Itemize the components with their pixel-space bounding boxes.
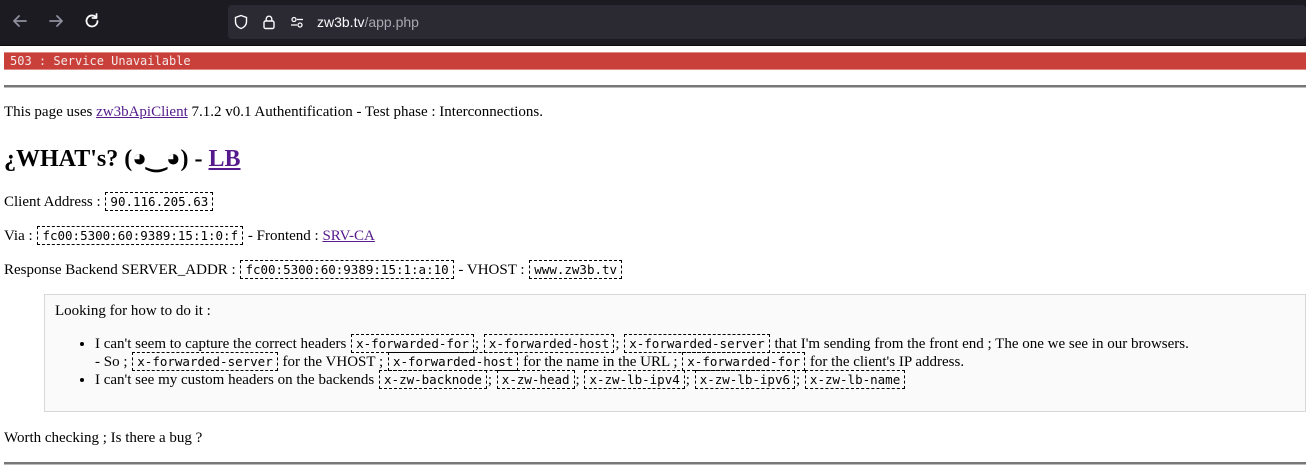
notes-box: Looking for how to do it : I can't seem …: [44, 294, 1306, 412]
vhost-label: - VHOST :: [458, 262, 525, 278]
backend-line: Response Backend SERVER_ADDR : fc00:5300…: [4, 260, 623, 279]
permissions-icon[interactable]: [288, 13, 306, 31]
lb-link[interactable]: LB: [209, 146, 241, 172]
backend-value: fc00:5300:60:9389:15:1:a:10: [240, 260, 454, 279]
error-banner: 503 : Service Unavailable: [4, 52, 1306, 70]
separator: ;: [575, 372, 580, 388]
item1-line2-prefix: - So ;: [95, 354, 128, 370]
footer-text: Worth checking ; Is there a bug ?: [4, 430, 203, 446]
header-code: x-forwarded-server: [624, 334, 770, 353]
url-bar[interactable]: zw3b.tv/app.php: [228, 5, 1306, 39]
separator: ;: [615, 336, 620, 352]
header-code: x-zw-backnode: [379, 370, 487, 389]
notes-heading: Looking for how to do it :: [55, 303, 211, 319]
page-title: ¿WHAT's? (◕‿◕) - LB: [4, 143, 241, 175]
intro-prefix: This page uses: [4, 104, 93, 120]
header-code: x-forwarded-for: [351, 334, 474, 353]
header-code: x-forwarded-for: [682, 352, 806, 371]
header-code: x-forwarded-host: [483, 334, 615, 353]
item1-text: for the name in the URL ;: [523, 354, 678, 370]
frontend-label: - Frontend :: [247, 228, 319, 244]
separator: ;: [685, 372, 690, 388]
list-item: I can't seem to capture the correct head…: [95, 334, 1189, 371]
item2-prefix: I can't see my custom headers on the bac…: [95, 372, 375, 388]
client-address-value: 90.116.205.63: [105, 192, 214, 211]
api-client-link[interactable]: zw3bApiClient: [96, 104, 188, 120]
header-code: x-zw-lb-name: [804, 370, 906, 389]
header-code: x-forwarded-host: [387, 352, 519, 371]
item1-prefix: I can't seem to capture the correct head…: [95, 336, 347, 352]
header-code: x-zw-lb-ipv4: [584, 370, 685, 389]
browser-toolbar: zw3b.tv/app.php: [0, 0, 1306, 46]
list-item: I can't see my custom headers on the bac…: [95, 370, 1189, 389]
item1-text: for the VHOST ;: [282, 354, 384, 370]
url-host: zw3b.tv: [317, 14, 365, 30]
url-text[interactable]: zw3b.tv/app.php: [317, 13, 419, 31]
intro-line: This page uses zw3bApiClient 7.1.2 v0.1 …: [4, 103, 543, 121]
via-label: Via :: [4, 228, 33, 244]
backend-label: Response Backend SERVER_ADDR :: [4, 262, 236, 278]
header-code: x-zw-head: [496, 370, 575, 389]
separator: ;: [474, 336, 480, 352]
via-value: fc00:5300:60:9389:15:1:0:f: [37, 226, 244, 245]
client-address-label: Client Address :: [4, 194, 101, 210]
page-title-text: ¿WHAT's? (◕‿◕) -: [4, 146, 203, 172]
via-line: Via : fc00:5300:60:9389:15:1:0:f - Front…: [4, 226, 375, 245]
header-code: x-forwarded-server: [132, 352, 278, 371]
vhost-value: www.zw3b.tv: [529, 260, 623, 279]
separator: ;: [796, 372, 801, 388]
notes-list: I can't seem to capture the correct head…: [55, 334, 1189, 389]
item1-text: for the client's IP address.: [809, 354, 965, 370]
separator: ;: [487, 372, 493, 388]
divider-top: [4, 85, 1306, 88]
lock-icon[interactable]: [260, 13, 278, 31]
forward-icon[interactable]: [45, 10, 67, 32]
url-path: /app.php: [364, 14, 419, 30]
shield-icon[interactable]: [232, 13, 250, 31]
divider-bottom: [4, 462, 1306, 465]
frontend-link[interactable]: SRV-CA: [322, 228, 374, 244]
header-code: x-zw-lb-ipv6: [694, 370, 795, 389]
client-address-line: Client Address : 90.116.205.63: [4, 192, 214, 211]
intro-suffix: 7.1.2 v0.1 Authentification - Test phase…: [191, 104, 543, 120]
item1-suffix: that I'm sending from the front end ; Th…: [774, 336, 1189, 352]
back-icon[interactable]: [9, 10, 31, 32]
reload-icon[interactable]: [81, 10, 103, 32]
